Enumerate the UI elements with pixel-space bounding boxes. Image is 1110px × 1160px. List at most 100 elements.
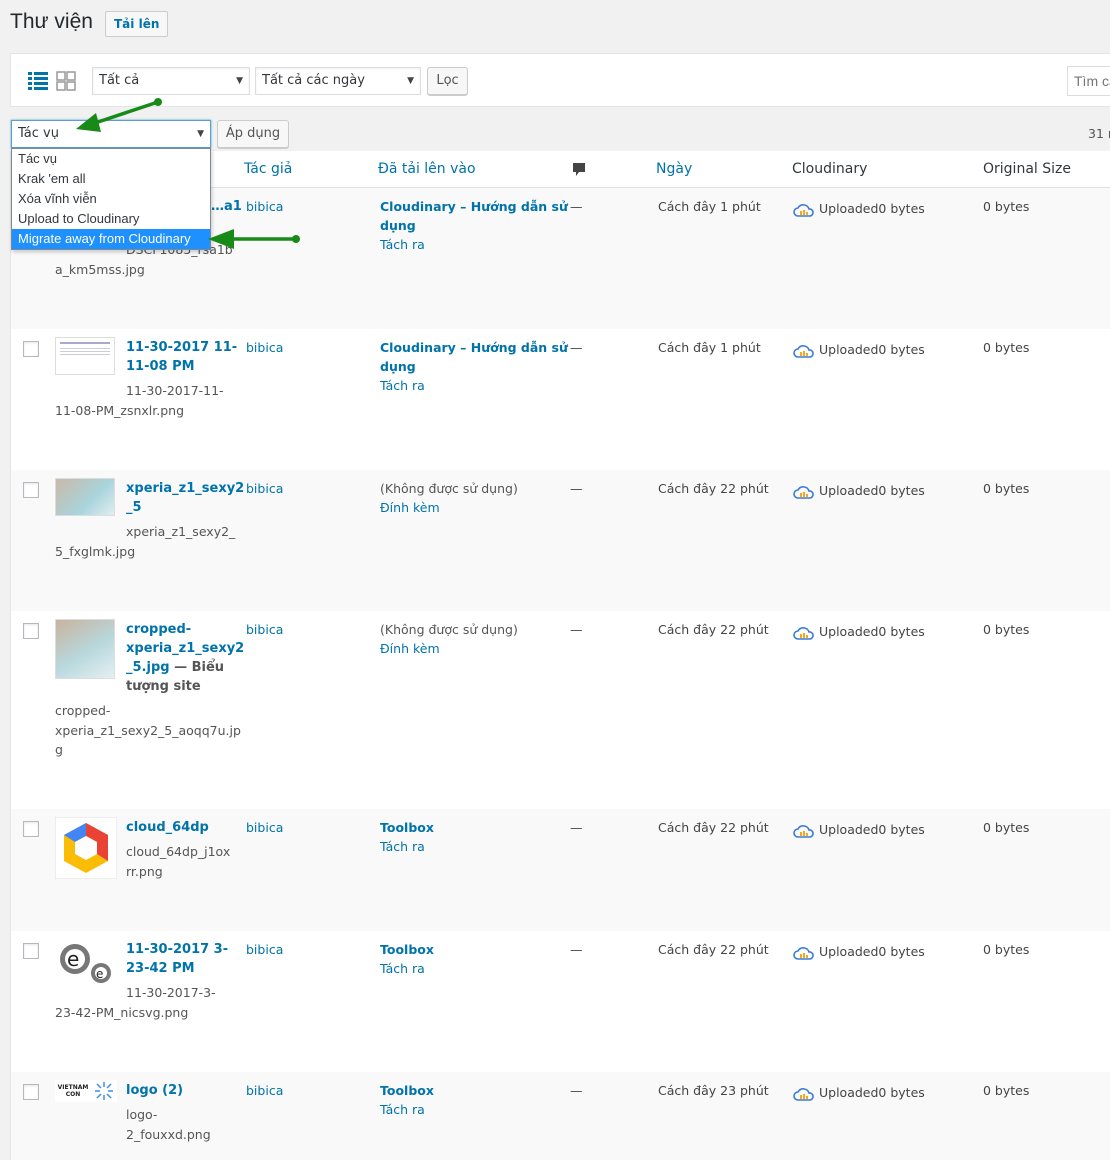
column-cloudinary: Cloudinary xyxy=(792,161,868,177)
cloudinary-status: Uploaded0 bytes xyxy=(793,1083,925,1102)
date-value: Cách đây 1 phút xyxy=(658,340,761,355)
row-checkbox[interactable] xyxy=(23,1084,39,1100)
cloud-icon xyxy=(793,946,814,960)
detach-link[interactable]: Tách ra xyxy=(380,959,425,978)
option-upload-to-cloudinary[interactable]: Upload to Cloudinary xyxy=(12,209,210,229)
list-view-icon[interactable] xyxy=(28,71,48,91)
cloudinary-status-text: Uploaded0 bytes xyxy=(819,1085,925,1100)
date-value: Cách đây 22 phút xyxy=(658,622,769,637)
author-link[interactable]: bibica xyxy=(246,940,283,959)
attach-link[interactable]: Đính kèm xyxy=(380,639,440,658)
attach-link[interactable]: Đính kèm xyxy=(380,498,440,517)
cloudinary-status-text: Uploaded0 bytes xyxy=(819,483,925,498)
parent-link[interactable]: Cloudinary – Hướng dẫn sử dụng xyxy=(380,338,568,376)
comment-count: — xyxy=(570,481,583,496)
cloudinary-status-text: Uploaded0 bytes xyxy=(819,342,925,357)
chevron-down-icon: ▼ xyxy=(236,76,243,86)
author-link[interactable]: bibica xyxy=(246,197,283,216)
row-checkbox[interactable] xyxy=(23,623,39,639)
media-type-select[interactable]: Tất cả ▼ xyxy=(92,67,250,95)
svg-text:e: e xyxy=(67,947,79,971)
author-link[interactable]: bibica xyxy=(246,620,283,639)
original-size: 0 bytes xyxy=(983,622,1030,637)
detach-link[interactable]: Tách ra xyxy=(380,235,425,254)
media-title-link[interactable]: 11-30-2017 11- 11-08 PM xyxy=(126,338,237,376)
date-select[interactable]: Tất cả các ngày ▼ xyxy=(255,67,421,95)
date-value: Cách đây 23 phút xyxy=(658,1083,769,1098)
option-actions[interactable]: Tác vụ xyxy=(12,149,210,169)
page-title: Thư viện xyxy=(10,10,93,33)
author-link[interactable]: bibica xyxy=(246,479,283,498)
detach-link[interactable]: Tách ra xyxy=(380,376,425,395)
row-checkbox[interactable] xyxy=(23,821,39,837)
detach-link[interactable]: Tách ra xyxy=(380,1100,425,1119)
file-name: 11-08-PM_zsnxlr.png xyxy=(55,403,185,418)
column-date[interactable]: Ngày xyxy=(656,161,692,177)
date-value: Cách đây 22 phút xyxy=(658,820,769,835)
file-name: 2_fouxxd.png xyxy=(126,1127,211,1142)
author-link[interactable]: bibica xyxy=(246,818,283,837)
apply-button[interactable]: Áp dụng xyxy=(217,120,289,148)
row-checkbox[interactable] xyxy=(23,943,39,959)
media-title-link[interactable]: …a1 xyxy=(211,197,242,216)
media-title-link[interactable]: xperia_z1_sexy2 _5 xyxy=(126,479,244,517)
sunburst-icon xyxy=(95,1082,113,1100)
author-link[interactable]: bibica xyxy=(246,338,283,357)
original-size: 0 bytes xyxy=(983,481,1030,496)
table-row: VIETNAM CON logo (2) logo- 2_fouxxd.png … xyxy=(11,1072,1110,1160)
media-title-link[interactable]: cropped-xperia_z1_sexy2 _5.jpg — Biểu tượn… xyxy=(126,620,244,696)
comment-count: — xyxy=(570,622,583,637)
media-thumbnail[interactable] xyxy=(55,478,115,516)
date-value: Tất cả các ngày xyxy=(262,73,365,88)
parent-link[interactable]: Cloudinary – Hướng dẫn sử dụng xyxy=(380,197,568,235)
media-title-link[interactable]: 11-30-2017 3- 23-42 PM xyxy=(126,940,228,978)
upload-button[interactable]: Tải lên xyxy=(105,11,169,37)
parent-line: dụng xyxy=(380,218,416,233)
option-migrate-away-from-cloudinary[interactable]: Migrate away from Cloudinary xyxy=(12,229,210,249)
cloud-icon xyxy=(793,344,814,358)
comment-count: — xyxy=(570,340,583,355)
option-delete-permanently[interactable]: Xóa vĩnh viễn xyxy=(12,189,210,209)
filter-button[interactable]: Lọc xyxy=(427,67,468,95)
option-krak-em-all[interactable]: Krak 'em all xyxy=(12,169,210,189)
column-author[interactable]: Tác giả xyxy=(244,161,292,177)
media-title-link[interactable]: logo (2) xyxy=(126,1081,183,1100)
parent-link[interactable]: Toolbox xyxy=(380,940,434,959)
cloudinary-status: Uploaded0 bytes xyxy=(793,481,925,500)
media-filter-bar: Tất cả ▼ Tất cả các ngày ▼ Lọc xyxy=(10,53,1110,107)
bulk-action-value: Tác vụ xyxy=(18,126,59,141)
cloudinary-status-text: Uploaded0 bytes xyxy=(819,624,925,639)
column-uploaded-to[interactable]: Đã tải lên vào xyxy=(378,161,476,177)
item-count: 31 m xyxy=(1088,126,1110,141)
search-input[interactable] xyxy=(1067,66,1110,96)
cloud-icon xyxy=(793,203,814,217)
grid-view-icon[interactable] xyxy=(56,71,76,91)
logo-thumbnail[interactable]: VIETNAM CON xyxy=(55,1080,117,1102)
comment-count: — xyxy=(570,820,583,835)
title-line: xperia_z1_sexy2 xyxy=(126,481,245,496)
parent-link[interactable]: Toolbox xyxy=(380,1081,434,1100)
title-line: 11-30-2017 11- xyxy=(126,340,238,355)
comment-count: — xyxy=(570,1083,583,1098)
gears-icon[interactable]: e e xyxy=(55,939,117,987)
title-line: _5 xyxy=(126,500,142,515)
parent-line: dụng xyxy=(380,359,416,374)
detach-link[interactable]: Tách ra xyxy=(380,837,425,856)
bulk-action-select[interactable]: Tác vụ ▼ xyxy=(11,120,211,148)
media-thumbnail[interactable] xyxy=(55,337,115,375)
media-thumbnail[interactable] xyxy=(55,619,115,679)
bulk-action-dropdown: Tác vụ Krak 'em all Xóa vĩnh viễn Upload… xyxy=(11,148,211,250)
row-checkbox[interactable] xyxy=(23,341,39,357)
cloudinary-status: Uploaded0 bytes xyxy=(793,942,925,961)
parent-link[interactable]: Toolbox xyxy=(380,818,434,837)
cloudinary-status: Uploaded0 bytes xyxy=(793,199,925,218)
google-cloud-hexagon-icon[interactable] xyxy=(55,817,117,879)
author-link[interactable]: bibica xyxy=(246,1081,283,1100)
file-name: g xyxy=(55,742,63,757)
cloud-icon xyxy=(793,1087,814,1101)
row-checkbox[interactable] xyxy=(23,482,39,498)
column-original-size: Original Size xyxy=(983,161,1071,177)
cloudinary-status: Uploaded0 bytes xyxy=(793,820,925,839)
date-value: Cách đây 22 phút xyxy=(658,481,769,496)
media-title-link[interactable]: cloud_64dp xyxy=(126,818,209,837)
